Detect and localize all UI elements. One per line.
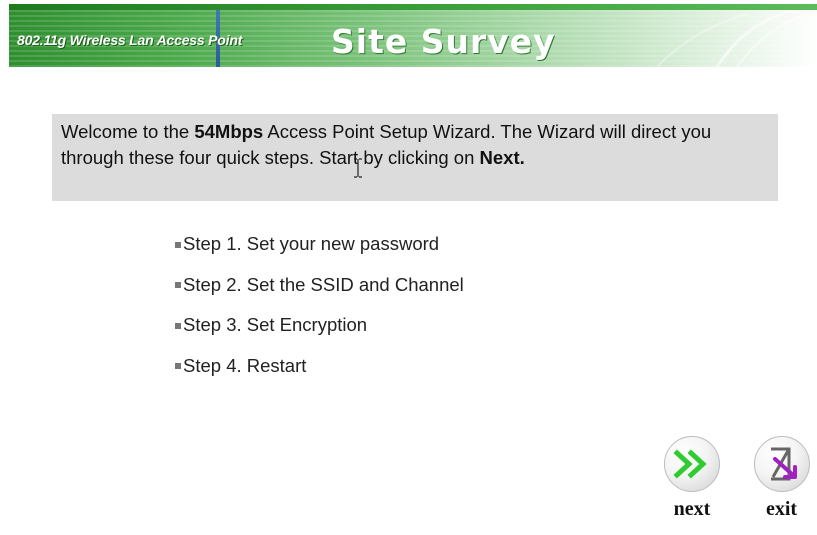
steps-list: Step 1. Set your new password Step 2. Se… [175,224,464,386]
exit-button-circle[interactable] [753,436,810,492]
square-bullet-icon [175,322,181,329]
welcome-text-part: Welcome to the [61,121,195,142]
welcome-bold-next: Next. [479,147,525,168]
header-arcs-decoration [656,10,813,67]
text-cursor-icon [354,158,362,178]
square-bullet-icon [175,363,181,370]
exit-arrow-icon [770,447,797,481]
next-button-label[interactable]: next [662,498,722,520]
next-button-circle[interactable] [664,436,720,492]
welcome-text: Welcome to the 54Mbps Access Point Setup… [61,119,766,171]
wizard-page: 802.11g Wireless Lan Access Point Site S… [0,0,817,535]
step-label: Step 3. Set Encryption [183,314,368,336]
list-item: Step 2. Set the SSID and Channel [175,265,464,306]
list-item: Step 1. Set your new password [175,224,464,265]
welcome-bold-speed: 54Mbps [194,121,264,142]
next-button[interactable]: next [662,436,722,520]
step-label: Step 2. Set the SSID and Channel [183,273,464,295]
double-chevron-right-icon [673,449,707,479]
list-item: Step 4. Restart [175,346,464,387]
exit-button[interactable]: exit [746,436,817,520]
step-label: Step 1. Set your new password [183,233,440,255]
product-name: 802.11g Wireless Lan Access Point [17,32,243,48]
square-bullet-icon [175,282,181,289]
page-title: Site Survey [331,22,556,61]
header-banner: 802.11g Wireless Lan Access Point Site S… [9,4,817,67]
square-bullet-icon [175,241,181,248]
exit-button-label[interactable]: exit [746,498,817,520]
list-item: Step 3. Set Encryption [175,305,464,346]
step-label: Step 4. Restart [183,354,307,376]
welcome-box: Welcome to the 54Mbps Access Point Setup… [52,114,778,201]
